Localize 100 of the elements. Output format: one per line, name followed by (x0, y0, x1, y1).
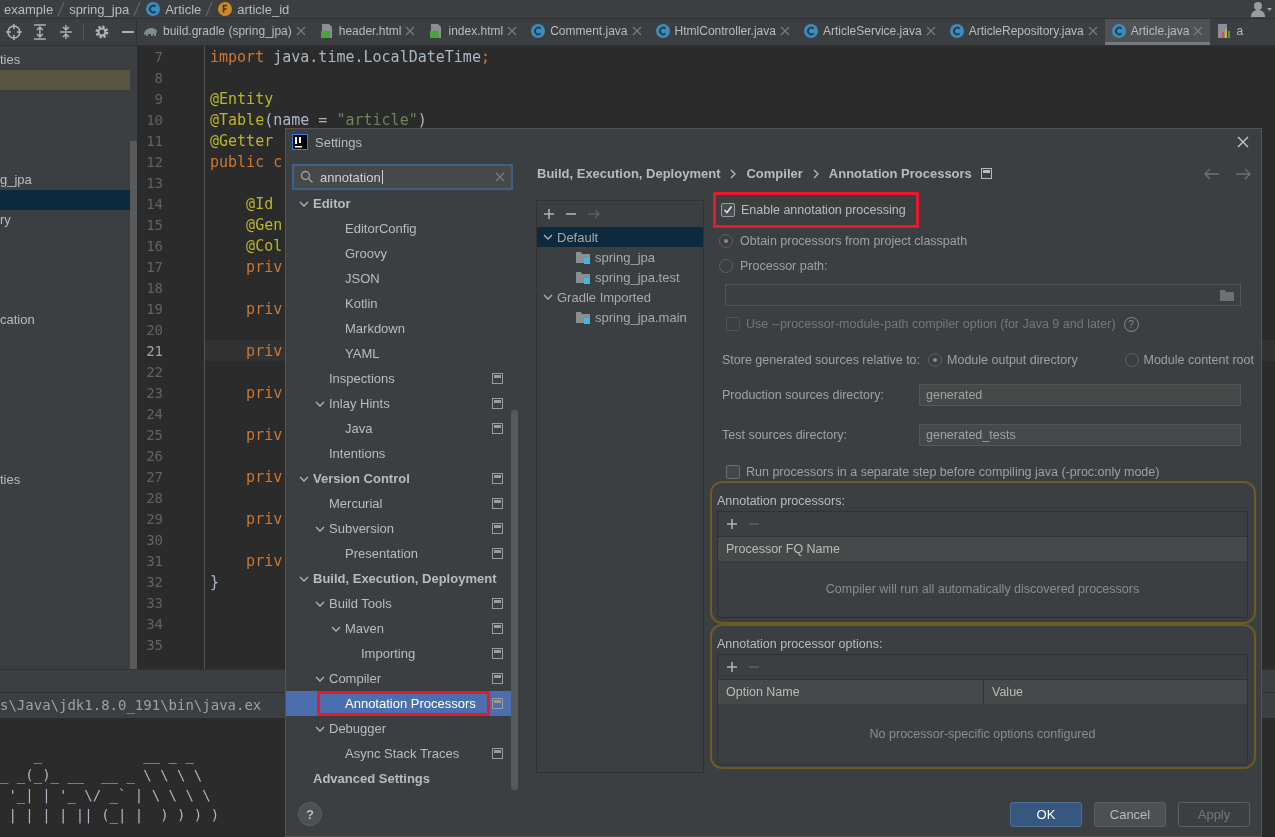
separator-icon (133, 1, 142, 17)
radio-button[interactable] (1124, 353, 1139, 367)
settings-tree-item[interactable]: Subversion (286, 516, 511, 541)
line-number: 25 (145, 426, 163, 443)
close-icon[interactable] (925, 25, 936, 36)
checkbox[interactable] (721, 203, 735, 217)
close-icon[interactable] (1237, 136, 1249, 148)
project-tree-row[interactable]: g_jpa (0, 170, 130, 190)
path-field[interactable] (725, 284, 1241, 306)
search-field[interactable]: annotation (292, 164, 513, 190)
settings-tree-item[interactable]: Version Control (286, 466, 511, 491)
close-icon[interactable] (631, 25, 642, 36)
profile-tree-item[interactable]: spring_jpa.test (537, 267, 703, 287)
radio-button[interactable] (719, 233, 733, 248)
arrow-icon[interactable] (587, 208, 601, 220)
chevron-icon[interactable] (543, 292, 553, 302)
tree-item-label[interactable]: Annotation Processors (345, 696, 476, 711)
folder-icon[interactable] (1220, 289, 1234, 301)
radio-button[interactable] (719, 258, 733, 273)
radio-label[interactable]: Obtain processors from project classpath (740, 233, 968, 248)
radio-button[interactable] (928, 353, 943, 367)
settings-tree-item[interactable]: Intentions (286, 441, 511, 466)
back-arrow-icon[interactable] (1204, 167, 1220, 180)
project-tree-row[interactable]: ry (0, 210, 130, 230)
column-header[interactable]: Processor FQ Name (718, 537, 1247, 561)
project-tree-row[interactable]: ties (0, 50, 130, 70)
editor-tab[interactable]: a (1210, 19, 1251, 45)
settings-tree-item[interactable]: Debugger (286, 716, 511, 741)
breadcrumb-item[interactable]: spring_jpa (69, 1, 130, 17)
editor-tab[interactable]: header.html (312, 19, 423, 45)
settings-tree-item[interactable]: Maven (286, 616, 511, 641)
collapse-all-icon[interactable] (57, 24, 74, 40)
radio-label[interactable]: Module content root (1143, 353, 1254, 367)
settings-tree-item[interactable]: Annotation Processors (286, 691, 511, 716)
code-line: priv (245, 425, 283, 444)
settings-tree-item[interactable]: Async Stack Traces (286, 741, 511, 766)
scrollbar[interactable] (130, 141, 137, 669)
radio-label[interactable]: Processor path: (740, 258, 828, 273)
column-header[interactable]: Option Name (718, 680, 984, 704)
close-icon[interactable] (507, 25, 518, 36)
editor-tab[interactable]: Comment.java (524, 19, 649, 45)
line-number: 26 (145, 447, 163, 464)
settings-tree-item[interactable]: JSON (286, 266, 511, 291)
plus-icon[interactable] (726, 661, 738, 673)
crosshair-icon[interactable] (6, 24, 22, 40)
scrollbar[interactable] (511, 410, 518, 790)
settings-tree-item[interactable]: Inspections (286, 366, 511, 391)
user-icon[interactable] (1251, 1, 1273, 17)
breadcrumb-item[interactable]: Article (145, 1, 202, 17)
text-field[interactable]: generated_tests (919, 424, 1241, 446)
project-tree-row[interactable]: ties (0, 470, 130, 490)
close-icon[interactable] (1087, 25, 1098, 36)
settings-tree-item[interactable]: Build Tools (286, 591, 511, 616)
settings-tree-item[interactable]: Presentation (286, 541, 511, 566)
settings-tree-item[interactable]: Markdown (286, 316, 511, 341)
close-icon[interactable] (295, 25, 306, 36)
plus-icon[interactable] (726, 518, 738, 530)
settings-tree-item[interactable]: Groovy (286, 241, 511, 266)
clear-icon[interactable] (495, 172, 505, 182)
expand-all-icon[interactable] (31, 24, 48, 40)
settings-tree-item[interactable]: Compiler (286, 666, 511, 691)
project-tree-row[interactable]: cation (0, 310, 130, 330)
editor-tab[interactable]: ArticleService.java (796, 19, 943, 45)
editor-tab[interactable]: ArticleRepository.java (942, 19, 1105, 45)
settings-tree-item[interactable]: Advanced Settings (286, 766, 511, 791)
breadcrumb-item[interactable]: article_id (217, 1, 290, 17)
editor-tab[interactable]: HtmlController.java (648, 19, 797, 45)
profile-tree-item[interactable]: spring_jpa (537, 247, 703, 267)
settings-tree-item[interactable]: YAML (286, 341, 511, 366)
settings-tree-item[interactable]: Editor (286, 191, 511, 216)
plus-icon[interactable] (543, 208, 555, 220)
settings-tree-item[interactable]: Build, Execution, Deployment (286, 566, 511, 591)
checkbox-label[interactable]: Run processors in a separate step before compiling java (-proc:only mode) (746, 465, 1160, 479)
help-button[interactable]: ? (298, 802, 322, 826)
dialog-button[interactable]: Cancel (1094, 801, 1166, 827)
settings-tree-item[interactable]: Mercurial (286, 491, 511, 516)
settings-tree-item[interactable]: Kotlin (286, 291, 511, 316)
breadcrumb-item[interactable]: example (4, 1, 54, 17)
editor-tab[interactable]: build.gradle (spring_jpa) (137, 19, 313, 45)
checkbox[interactable] (726, 465, 740, 479)
chevron-icon[interactable] (543, 232, 553, 242)
settings-tree-item[interactable]: Inlay Hints (286, 391, 511, 416)
dialog-button[interactable]: OK (1010, 801, 1082, 827)
settings-tree-item[interactable]: Java (286, 416, 511, 441)
radio-label[interactable]: Module output directory (947, 353, 1078, 367)
editor-tab[interactable]: index.html (422, 19, 525, 45)
settings-tree-item[interactable]: Importing (286, 641, 511, 666)
forward-arrow-icon[interactable] (1235, 167, 1251, 180)
class-icon (1110, 22, 1127, 39)
class-icon (948, 22, 965, 39)
profile-tree-item[interactable]: Gradle Imported (537, 287, 703, 307)
editor-tab[interactable]: Article.java (1104, 19, 1211, 45)
checkbox-label[interactable]: Enable annotation processing (741, 203, 906, 217)
settings-tree-item[interactable]: EditorConfig (286, 216, 511, 241)
close-icon[interactable] (405, 25, 416, 36)
text-field[interactable]: generated (919, 384, 1241, 406)
settings-icon[interactable] (94, 24, 111, 40)
profile-tree-item[interactable]: spring_jpa.main (537, 307, 703, 327)
profile-tree-item[interactable]: Default (537, 227, 703, 247)
close-icon[interactable] (779, 25, 790, 36)
